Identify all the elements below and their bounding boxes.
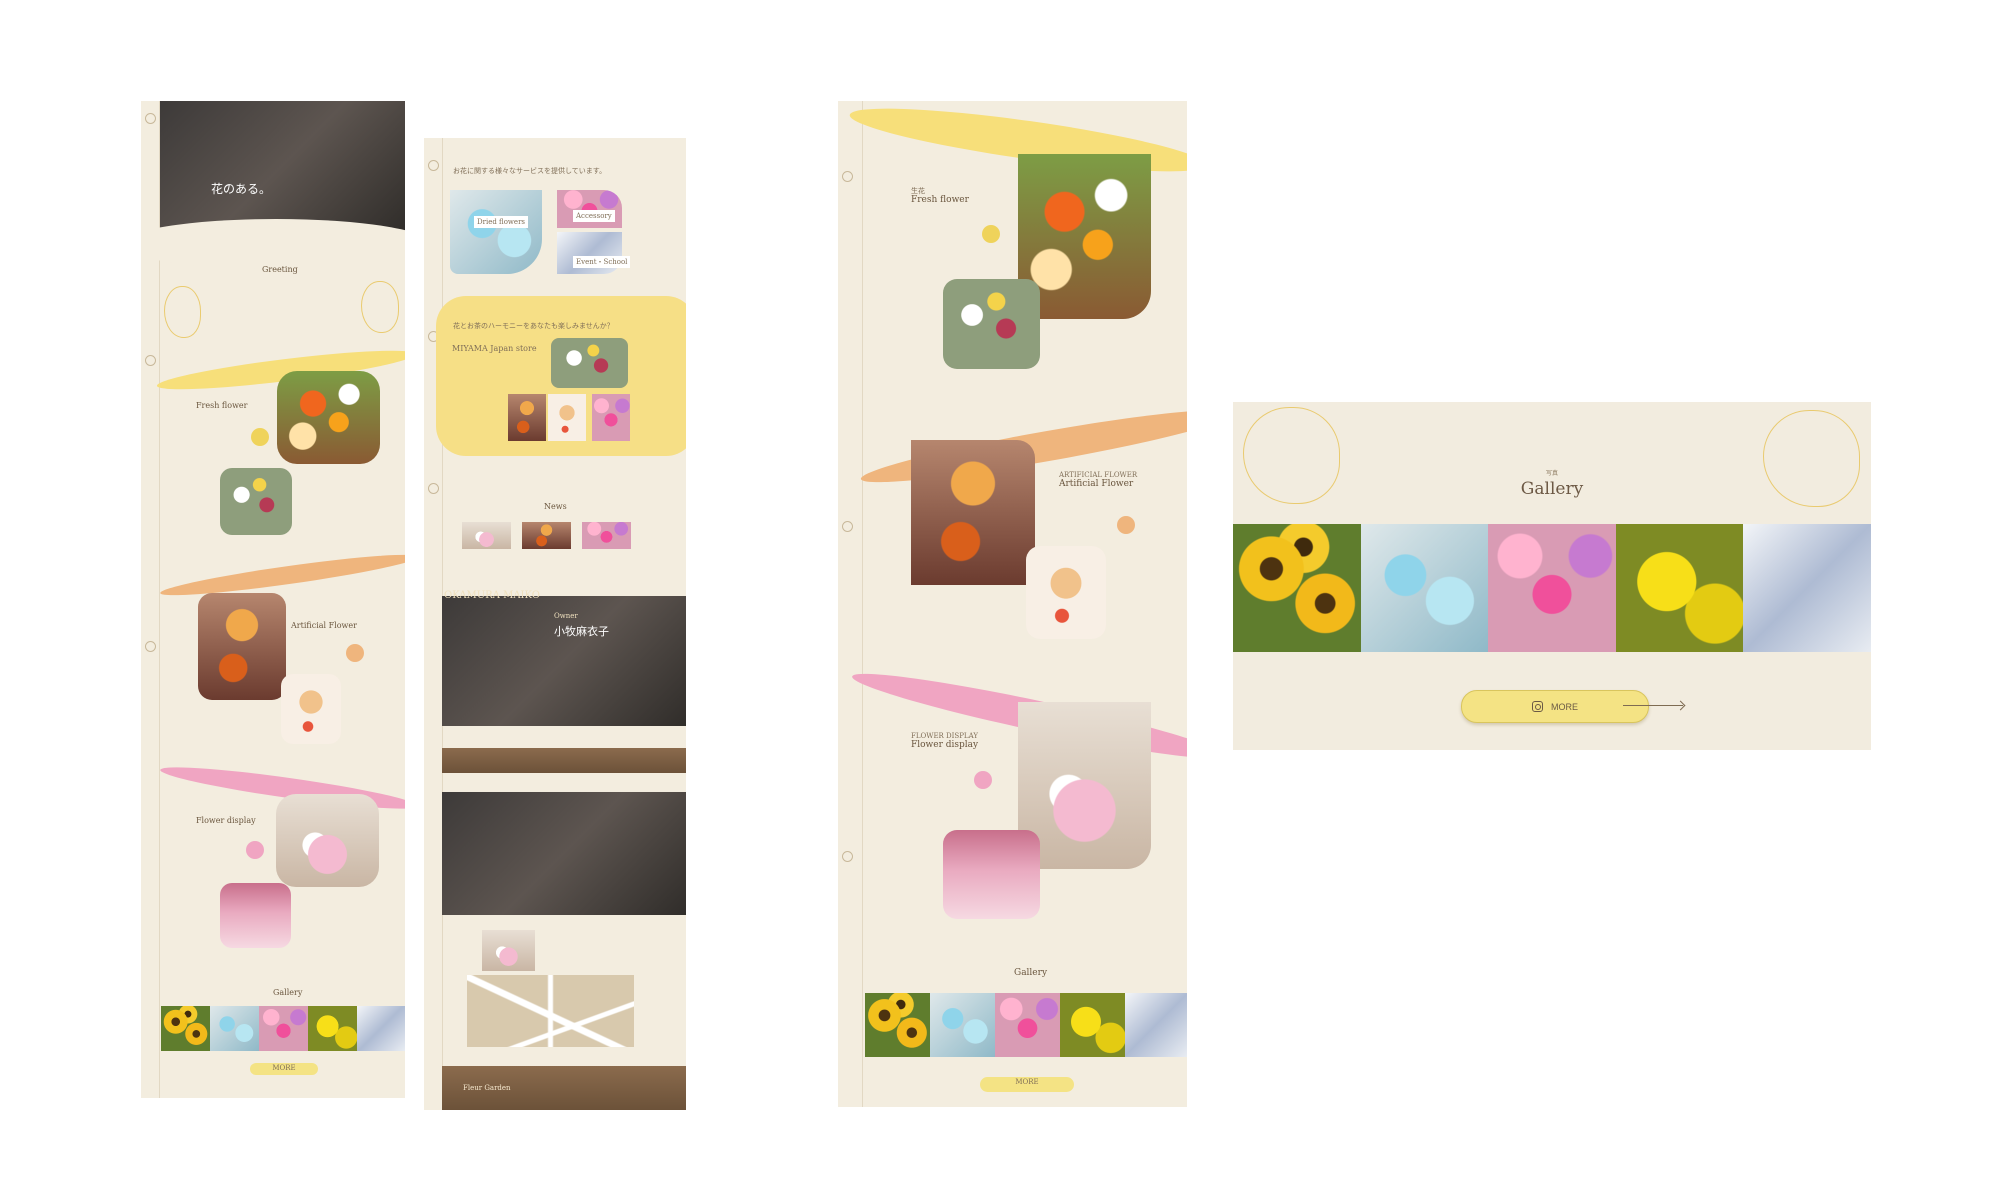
gallery-sunflower-photo — [161, 1006, 210, 1051]
rail-marker — [428, 483, 439, 494]
artificial-flower-photo — [198, 593, 286, 700]
display-more-dot[interactable] — [246, 841, 264, 859]
gallery-silver-flower-image[interactable] — [1743, 524, 1871, 652]
rail-marker — [842, 171, 853, 182]
display-more-dot[interactable] — [974, 771, 992, 789]
gallery-more-button[interactable]: MORE — [1461, 690, 1649, 723]
gallery-blue-photo — [210, 1006, 259, 1051]
fresh-flower-secondary-photo — [943, 279, 1040, 369]
fresh-flower-photo — [277, 371, 380, 464]
gallery-blue-flower-image[interactable] — [1360, 524, 1489, 652]
hero-wave — [141, 219, 405, 269]
left-more-button[interactable]: MORE — [250, 1063, 318, 1075]
owner-heading: OKAMURA MAIKO — [444, 590, 540, 601]
orange-ribbon — [159, 547, 405, 603]
contact-section-image — [442, 792, 686, 915]
accessory-label: Accessory — [573, 210, 615, 222]
gallery-section-panel: 写真 Gallery MORE — [1233, 402, 1871, 750]
artificial-flower-photo — [911, 440, 1035, 585]
artificial-flower-secondary-photo — [1026, 546, 1106, 639]
hero-image — [160, 101, 405, 231]
rail-marker — [145, 355, 156, 366]
fresh-title: Fresh flower — [911, 195, 969, 205]
flower-line-icon — [361, 281, 399, 333]
owner-links-bar — [442, 748, 686, 773]
flower-display-secondary-photo — [220, 883, 291, 948]
flower-display-photo — [276, 794, 379, 887]
fresh-more-dot[interactable] — [982, 225, 1000, 243]
left-gallery-title: Gallery — [273, 988, 303, 997]
shop-photo — [482, 930, 535, 971]
detail-more-button[interactable]: MORE — [980, 1077, 1074, 1092]
artificial-more-dot[interactable] — [1117, 516, 1135, 534]
gallery-yellow-photo — [308, 1006, 357, 1051]
dried-flowers-card — [450, 190, 542, 274]
artificial-title: Artificial Flower — [1059, 479, 1134, 489]
artificial-flower-secondary-photo — [281, 674, 341, 744]
gallery-image-row — [1233, 524, 1871, 652]
store-title: MIYAMA Japan store — [452, 344, 537, 353]
flower-line-icon — [164, 286, 201, 338]
event-school-label: Event・School — [573, 256, 631, 268]
gallery-silver-photo — [1125, 993, 1187, 1057]
news-photo — [462, 522, 511, 549]
gallery-pink-flower-image[interactable] — [1488, 524, 1616, 652]
artificial-more-dot[interactable] — [346, 644, 364, 662]
gallery-sunflower-image[interactable] — [1233, 524, 1361, 652]
services-intro: お花に関する様々なサービスを提供しています。 — [453, 167, 607, 175]
news-title: News — [544, 502, 567, 511]
flower-display-secondary-photo — [943, 830, 1040, 919]
owner-role: Owner — [554, 612, 578, 620]
gallery-pink-photo — [995, 993, 1060, 1057]
rail-marker — [145, 641, 156, 652]
gallery-title: Gallery — [1520, 479, 1584, 499]
store-intro: 花とお茶のハーモニーをあなたも楽しみませんか？ — [453, 322, 614, 330]
arrow-right-icon — [1623, 705, 1683, 706]
gallery-silver-photo — [357, 1006, 405, 1051]
instagram-icon — [1532, 701, 1543, 712]
gallery-yellow-photo — [1060, 993, 1125, 1057]
footer-name: Fleur Garden — [463, 1084, 511, 1092]
dried-flowers-label: Dried flowers — [474, 216, 529, 228]
news-photo — [582, 522, 631, 549]
owner-name: 小牧麻衣子 — [554, 625, 609, 638]
gallery-more-label: MORE — [1551, 701, 1578, 712]
gallery-blue-photo — [930, 993, 995, 1057]
gallery-pink-photo — [259, 1006, 308, 1051]
gallery-kicker: 写真 — [1545, 470, 1558, 477]
hero-text: 花のある。 — [211, 182, 272, 196]
artificial-flower-title: Artificial Flower — [291, 621, 357, 630]
rail-marker — [428, 160, 439, 171]
detail-side-rail — [838, 101, 863, 1107]
store-product-photo — [548, 394, 586, 441]
greeting-title: Greeting — [262, 265, 298, 274]
store-product-photo — [508, 394, 546, 441]
middle-side-rail — [424, 138, 443, 1110]
middle-page-mockup: お花に関する様々なサービスを提供しています。 Dried flowers Acc… — [424, 138, 686, 1110]
rail-marker — [842, 521, 853, 532]
detail-page-mockup: 生花 Fresh flower ARTIFICIAL FLOWER Artifi… — [838, 101, 1187, 1107]
rail-marker — [842, 851, 853, 862]
detail-gallery-title: Gallery — [1014, 968, 1048, 978]
rail-marker — [145, 113, 156, 124]
flower-display-title: Flower display — [196, 816, 256, 825]
accessory-card — [557, 190, 622, 228]
news-photo — [522, 522, 571, 549]
shop-map[interactable] — [467, 975, 634, 1047]
fresh-more-dot[interactable] — [251, 428, 269, 446]
display-title: Flower display — [911, 740, 979, 750]
gallery-sunflower-photo — [865, 993, 930, 1057]
fresh-flower-secondary-photo — [220, 468, 292, 535]
store-product-photo — [592, 394, 630, 441]
left-page-mockup: 花のある。 Greeting Fresh flower Artificial F… — [141, 101, 405, 1098]
fresh-flower-title: Fresh flower — [196, 401, 248, 410]
gallery-yellow-flower-image[interactable] — [1615, 524, 1744, 652]
store-main-photo — [551, 338, 628, 388]
